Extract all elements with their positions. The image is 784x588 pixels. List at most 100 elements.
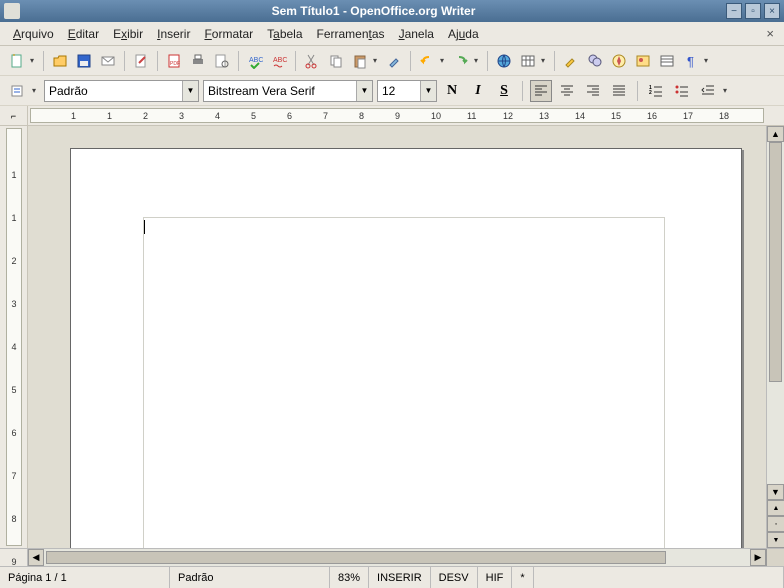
show-draw-button[interactable] [560,50,582,72]
table-dropdown[interactable]: ▾ [541,56,549,65]
menu-formatar[interactable]: Formatar [197,25,260,43]
save-button[interactable] [73,50,95,72]
scroll-left-button[interactable]: ◀ [28,549,44,566]
menu-editar[interactable]: Editar [61,25,106,43]
toolbar-more[interactable]: ▾ [704,56,712,65]
font-combo-arrow[interactable]: ▼ [356,81,372,101]
status-page: Página 1 / 1 [0,567,170,588]
minimize-button[interactable]: − [726,3,742,19]
new-doc-dropdown[interactable]: ▾ [30,56,38,65]
find-button[interactable] [584,50,606,72]
close-button[interactable]: × [764,3,780,19]
scroll-h-thumb[interactable] [46,551,666,564]
status-desv[interactable]: DESV [431,567,478,588]
export-pdf-button[interactable]: PDF [163,50,185,72]
align-center-button[interactable] [556,80,578,102]
paste-dropdown[interactable]: ▾ [373,56,381,65]
bold-button[interactable]: N [441,80,463,102]
prev-page-button[interactable]: ▲ [767,500,784,516]
vertical-ruler[interactable]: 1123456789 [0,126,28,548]
status-zoom[interactable]: 83% [330,567,369,588]
font-name-combo[interactable]: Bitstream Vera Serif ▼ [203,80,373,102]
redo-button[interactable] [450,50,472,72]
decrease-indent-button[interactable] [697,80,719,102]
copy-button[interactable] [325,50,347,72]
document-close-button[interactable]: × [762,26,778,41]
ruler-v-tick: 3 [2,299,26,309]
styles-window-button[interactable] [6,80,28,102]
horizontal-scrollbar[interactable]: ◀ ▶ [0,548,784,566]
status-style[interactable]: Padrão [170,567,330,588]
redo-dropdown[interactable]: ▾ [474,56,482,65]
menu-ferramentas[interactable]: Ferramentas [310,25,392,43]
navigator-button[interactable] [608,50,630,72]
status-spacer [534,567,784,588]
styles-dropdown-arrow[interactable]: ▾ [32,86,40,95]
datasource-button[interactable] [656,50,678,72]
undo-button[interactable] [416,50,438,72]
edit-file-button[interactable] [130,50,152,72]
status-bar: Página 1 / 1 Padrão 83% INSERIR DESV HIF… [0,566,784,588]
ruler-h-tick: 3 [179,111,184,121]
align-right-button[interactable] [582,80,604,102]
status-insert[interactable]: INSERIR [369,567,431,588]
paragraph-style-value: Padrão [45,84,182,98]
nonprinting-button[interactable]: ¶ [680,50,702,72]
status-hif[interactable]: HIF [478,567,513,588]
menu-tabela[interactable]: Tabela [260,25,309,43]
fmtbar-more[interactable]: ▾ [723,86,731,95]
menu-arquivo[interactable]: Arquivo [6,25,61,43]
horizontal-ruler[interactable]: ⌐ 1123456789101112131415161718 [0,106,784,126]
vertical-scrollbar[interactable]: ▲ ▼ ▲ ◦ ▼ [766,126,784,548]
ruler-v-tick: 4 [2,342,26,352]
ruler-h-track[interactable]: 1123456789101112131415161718 [30,108,764,123]
bullet-list-button[interactable] [671,80,693,102]
gallery-button[interactable] [632,50,654,72]
menu-janela[interactable]: Janela [392,25,441,43]
scroll-up-button[interactable]: ▲ [767,126,784,142]
paragraph-style-combo[interactable]: Padrão ▼ [44,80,199,102]
paste-button[interactable] [349,50,371,72]
autospell-button[interactable]: ABC [268,50,290,72]
open-button[interactable] [49,50,71,72]
ruler-v-tick: 1 [2,213,26,223]
style-combo-arrow[interactable]: ▼ [182,81,198,101]
email-button[interactable] [97,50,119,72]
scroll-down-button[interactable]: ▼ [767,484,784,500]
menu-exibir[interactable]: Exibir [106,25,150,43]
page[interactable] [70,148,742,548]
menu-ajuda[interactable]: Ajuda [441,25,486,43]
italic-button[interactable]: I [467,80,489,102]
text-cursor [144,220,145,234]
print-preview-button[interactable] [211,50,233,72]
ruler-h-tick: 2 [143,111,148,121]
ruler-corner: ⌐ [0,106,28,125]
numbered-list-button[interactable]: 12 [645,80,667,102]
underline-button[interactable]: S [493,80,515,102]
format-paintbrush-button[interactable] [383,50,405,72]
print-button[interactable] [187,50,209,72]
maximize-button[interactable]: ▫ [745,3,761,19]
ruler-h-tick: 9 [395,111,400,121]
undo-dropdown[interactable]: ▾ [440,56,448,65]
font-size-combo[interactable]: 12 ▼ [377,80,437,102]
size-combo-arrow[interactable]: ▼ [420,81,436,101]
document-area[interactable] [28,126,766,548]
spellcheck-button[interactable]: ABC [244,50,266,72]
ruler-h-tick: 13 [539,111,549,121]
svg-text:2: 2 [649,90,652,96]
align-left-button[interactable] [530,80,552,102]
nav-button[interactable]: ◦ [767,516,784,532]
window-title: Sem Título1 - OpenOffice.org Writer [24,4,723,18]
next-page-button[interactable]: ▼ [767,532,784,548]
cut-button[interactable] [301,50,323,72]
scroll-v-thumb[interactable] [769,142,782,382]
align-justify-button[interactable] [608,80,630,102]
scroll-right-button[interactable]: ▶ [750,549,766,566]
menu-bar: Arquivo Editar Exibir Inserir Formatar T… [0,22,784,46]
ruler-h-tick: 1 [107,111,112,121]
hyperlink-button[interactable] [493,50,515,72]
new-doc-button[interactable] [6,50,28,72]
menu-inserir[interactable]: Inserir [150,25,197,43]
table-button[interactable] [517,50,539,72]
